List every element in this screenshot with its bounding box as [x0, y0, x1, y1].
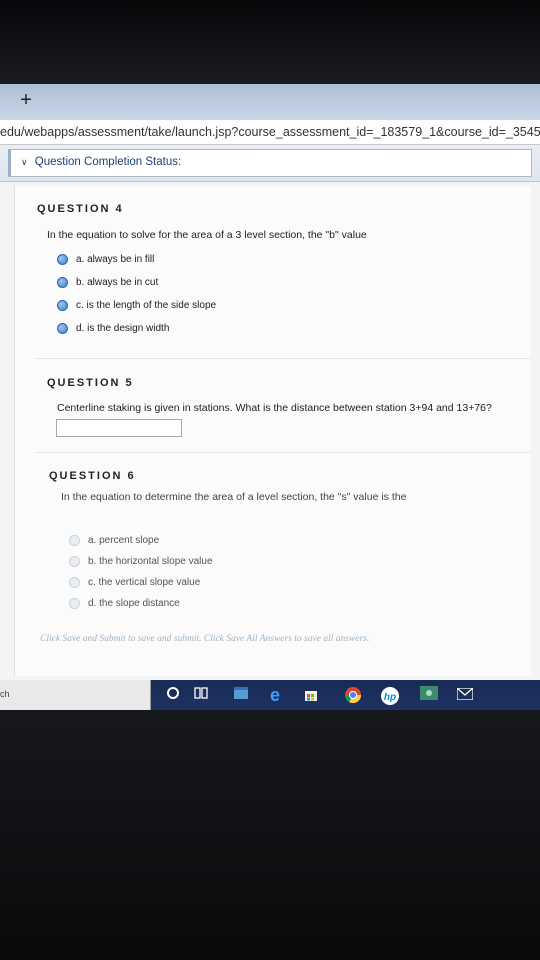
cortana-icon[interactable]	[164, 686, 182, 704]
question-5-answer-input[interactable]	[56, 419, 182, 437]
browser-screen: + edu/webapps/assessment/take/launch.jsp…	[0, 84, 540, 710]
question-4-text: In the equation to solve for the area of…	[47, 229, 367, 241]
tab-bar: +	[0, 84, 540, 120]
shopping-bag-icon[interactable]	[302, 686, 320, 704]
question-6-option-b[interactable]: b. the horizontal slope value	[69, 556, 213, 570]
question-5-heading: QUESTION 5	[47, 377, 134, 389]
question-completion-status[interactable]: ∨ Question Completion Status:	[8, 149, 532, 177]
save-instructions: Click Save and Submit to save and submit…	[40, 634, 370, 644]
radio-button-icon[interactable]	[69, 535, 80, 546]
svg-text:hp: hp	[384, 692, 396, 703]
question-4-option-d[interactable]: d. is the design width	[57, 323, 169, 337]
radio-button-icon[interactable]	[69, 577, 80, 588]
question-separator	[35, 358, 531, 359]
question-6-option-c[interactable]: c. the vertical slope value	[69, 577, 200, 591]
taskbar: ch e hp	[0, 680, 540, 710]
radio-button-icon[interactable]	[57, 277, 68, 288]
question-6-option-a[interactable]: a. percent slope	[69, 535, 159, 549]
task-view-icon[interactable]	[192, 686, 210, 704]
chrome-icon[interactable]	[344, 686, 362, 704]
monitor-bezel-top	[0, 0, 540, 84]
question-4-option-b[interactable]: b. always be in cut	[57, 277, 158, 291]
store-icon[interactable]	[232, 686, 250, 704]
assessment-content: QUESTION 4 In the equation to solve for …	[14, 186, 531, 676]
hp-icon[interactable]: hp	[380, 686, 399, 705]
question-6-heading: QUESTION 6	[49, 470, 136, 482]
mail-icon[interactable]	[456, 686, 474, 704]
question-separator	[35, 452, 531, 453]
question-6-text: In the equation to determine the area of…	[61, 491, 407, 503]
status-strip: ∨ Question Completion Status:	[0, 145, 540, 182]
address-bar[interactable]: edu/webapps/assessment/take/launch.jsp?c…	[0, 120, 540, 145]
radio-button-icon[interactable]	[69, 598, 80, 609]
radio-button-icon[interactable]	[57, 323, 68, 334]
search-text-fragment: ch	[0, 689, 10, 699]
edge-icon[interactable]: e	[266, 686, 284, 704]
radio-button-icon[interactable]	[57, 300, 68, 311]
question-4-option-a[interactable]: a. always be in fill	[57, 254, 154, 268]
question-4-heading: QUESTION 4	[37, 203, 124, 215]
question-5-text: Centerline staking is given in stations.…	[57, 402, 492, 414]
status-label: Question Completion Status:	[34, 156, 182, 168]
music-icon[interactable]	[420, 686, 438, 704]
radio-button-icon[interactable]	[57, 254, 68, 265]
monitor-bezel-bottom	[0, 710, 540, 960]
taskbar-search-area[interactable]: ch	[0, 680, 151, 710]
new-tab-button[interactable]: +	[16, 88, 36, 112]
question-6-option-d[interactable]: d. the slope distance	[69, 598, 180, 612]
radio-button-icon[interactable]	[69, 556, 80, 567]
chevron-down-icon: ∨	[21, 157, 28, 167]
question-4-option-c[interactable]: c. is the length of the side slope	[57, 300, 216, 314]
